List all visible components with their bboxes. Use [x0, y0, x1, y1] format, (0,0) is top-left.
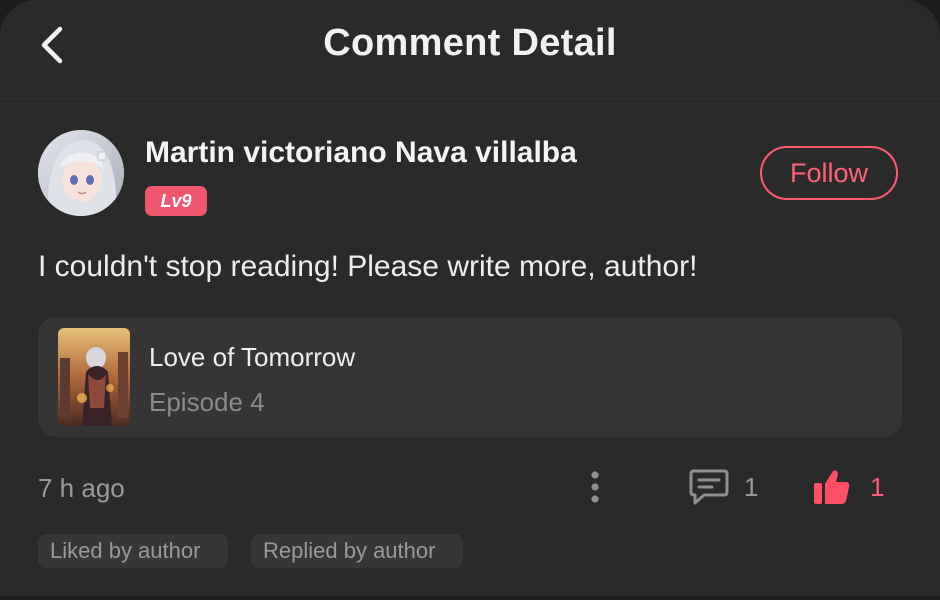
thumbs-up-icon [814, 470, 850, 504]
reply-button[interactable]: 1 [688, 466, 758, 508]
top-bar: Comment Detail [0, 0, 940, 99]
comment-timestamp: 7 h ago [38, 473, 125, 503]
page-title: Comment Detail [323, 22, 617, 64]
book-cover-image [58, 328, 130, 426]
replied-by-author-tag: Replied by author [251, 534, 463, 568]
username[interactable]: Martin victoriano Nava villalba [145, 136, 577, 170]
like-button[interactable]: 1 [812, 466, 884, 508]
comment-icon [689, 469, 729, 505]
comment-detail-screen: Comment Detail Martin victoriano Nava vi… [0, 0, 940, 600]
reply-count: 1 [744, 471, 759, 502]
like-count: 1 [870, 471, 885, 502]
book-episode: Episode 4 [149, 387, 265, 417]
avatar-image [38, 130, 124, 216]
more-options-button[interactable] [580, 466, 610, 508]
comment-text: I couldn't stop reading! Please write mo… [38, 250, 698, 283]
more-vertical-icon [591, 471, 599, 503]
liked-by-author-tag: Liked by author [38, 534, 228, 568]
follow-button[interactable]: Follow [760, 146, 898, 200]
avatar[interactable] [38, 130, 124, 216]
level-badge: Lv9 [145, 186, 207, 216]
book-card[interactable]: Love of Tomorrow Episode 4 [38, 317, 902, 437]
book-title: Love of Tomorrow [149, 342, 356, 372]
bottom-divider [0, 596, 940, 600]
